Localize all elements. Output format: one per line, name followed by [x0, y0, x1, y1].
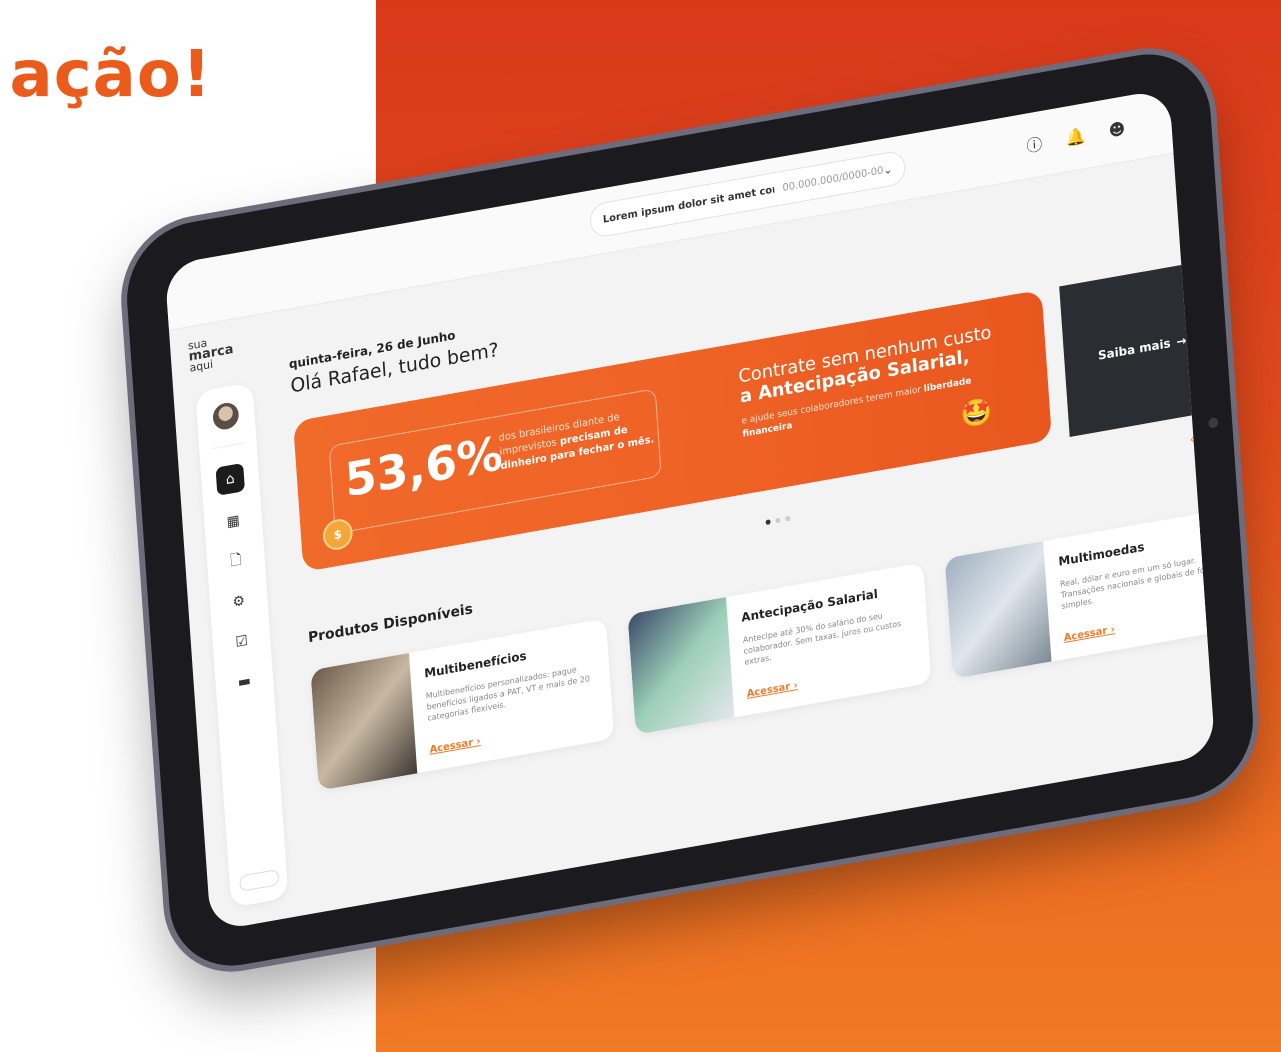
- product-image: [627, 597, 735, 735]
- grid-icon: ▦: [226, 512, 241, 531]
- credit-card-icon: ▬: [237, 672, 252, 692]
- carousel-dot[interactable]: [785, 515, 791, 522]
- product-title: Multimoedas: [1058, 539, 1145, 569]
- sidebar: ⌂ ▦ 🗋 ⚙ ☑ ▬: [195, 382, 289, 908]
- card-check-icon: ☑: [234, 632, 249, 651]
- saiba-mais-label: Saiba mais: [1097, 335, 1172, 363]
- product-image: [310, 652, 418, 791]
- accessibility-icon[interactable]: ☻: [1103, 114, 1130, 145]
- sidebar-item-grid[interactable]: ▦: [218, 505, 248, 538]
- bell-icon[interactable]: 🔔: [1062, 121, 1089, 152]
- sidebar-item-home[interactable]: ⌂: [215, 462, 246, 496]
- product-card-multimoedas[interactable]: Multimoedas Real, dólar e euro em um só …: [944, 506, 1216, 679]
- product-card-multibeneficios[interactable]: Multibenefícios Multibenefícios personal…: [310, 618, 615, 791]
- sidebar-divider: [211, 442, 245, 450]
- help-icon[interactable]: ⓘ: [1021, 128, 1048, 159]
- product-access-link[interactable]: Acessar: [1063, 624, 1115, 644]
- document-icon: 🗋: [229, 551, 243, 570]
- gear-icon: ⚙: [232, 592, 246, 611]
- product-access-link[interactable]: Acessar: [429, 736, 481, 756]
- chevron-down-icon: ⌄: [882, 162, 893, 177]
- company-name: Lorem ipsum dolor sit amet consect...: [602, 183, 776, 226]
- product-card-antecipacao[interactable]: Antecipação Salarial Antecipe até 30% do…: [627, 562, 932, 735]
- dollar-coin-icon: $: [321, 516, 354, 553]
- page-headline: ação!: [0, 30, 260, 120]
- product-image: [944, 541, 1052, 679]
- sidebar-item-documents[interactable]: 🗋: [221, 545, 251, 578]
- product-access-link[interactable]: Acessar: [746, 680, 798, 700]
- avatar[interactable]: [212, 400, 240, 432]
- brand-logo: sua marca aqui: [188, 333, 235, 374]
- sidebar-item-settings[interactable]: ⚙: [224, 585, 254, 618]
- promo-banner: 53,6% dos brasileiros diante de imprevis…: [293, 289, 1052, 573]
- sidebar-footer-badge: [239, 868, 280, 892]
- headline-text: ação!: [9, 38, 212, 112]
- carousel-dots: [765, 505, 796, 529]
- sidebar-item-cards[interactable]: ☑: [227, 625, 257, 658]
- carousel-dot[interactable]: [775, 517, 781, 524]
- logo-line3: aqui: [189, 357, 214, 375]
- company-cnpj: 00.000.000/0000-00: [782, 164, 884, 194]
- home-icon: ⌂: [225, 470, 236, 489]
- arrow-right-icon: →: [1175, 333, 1187, 349]
- sidebar-item-payments[interactable]: ▬: [230, 666, 260, 699]
- carousel-dot[interactable]: [765, 519, 771, 526]
- products-section-title: Produtos Disponíveis: [307, 601, 474, 647]
- star-eyes-emoji-icon: 🤩: [959, 395, 994, 432]
